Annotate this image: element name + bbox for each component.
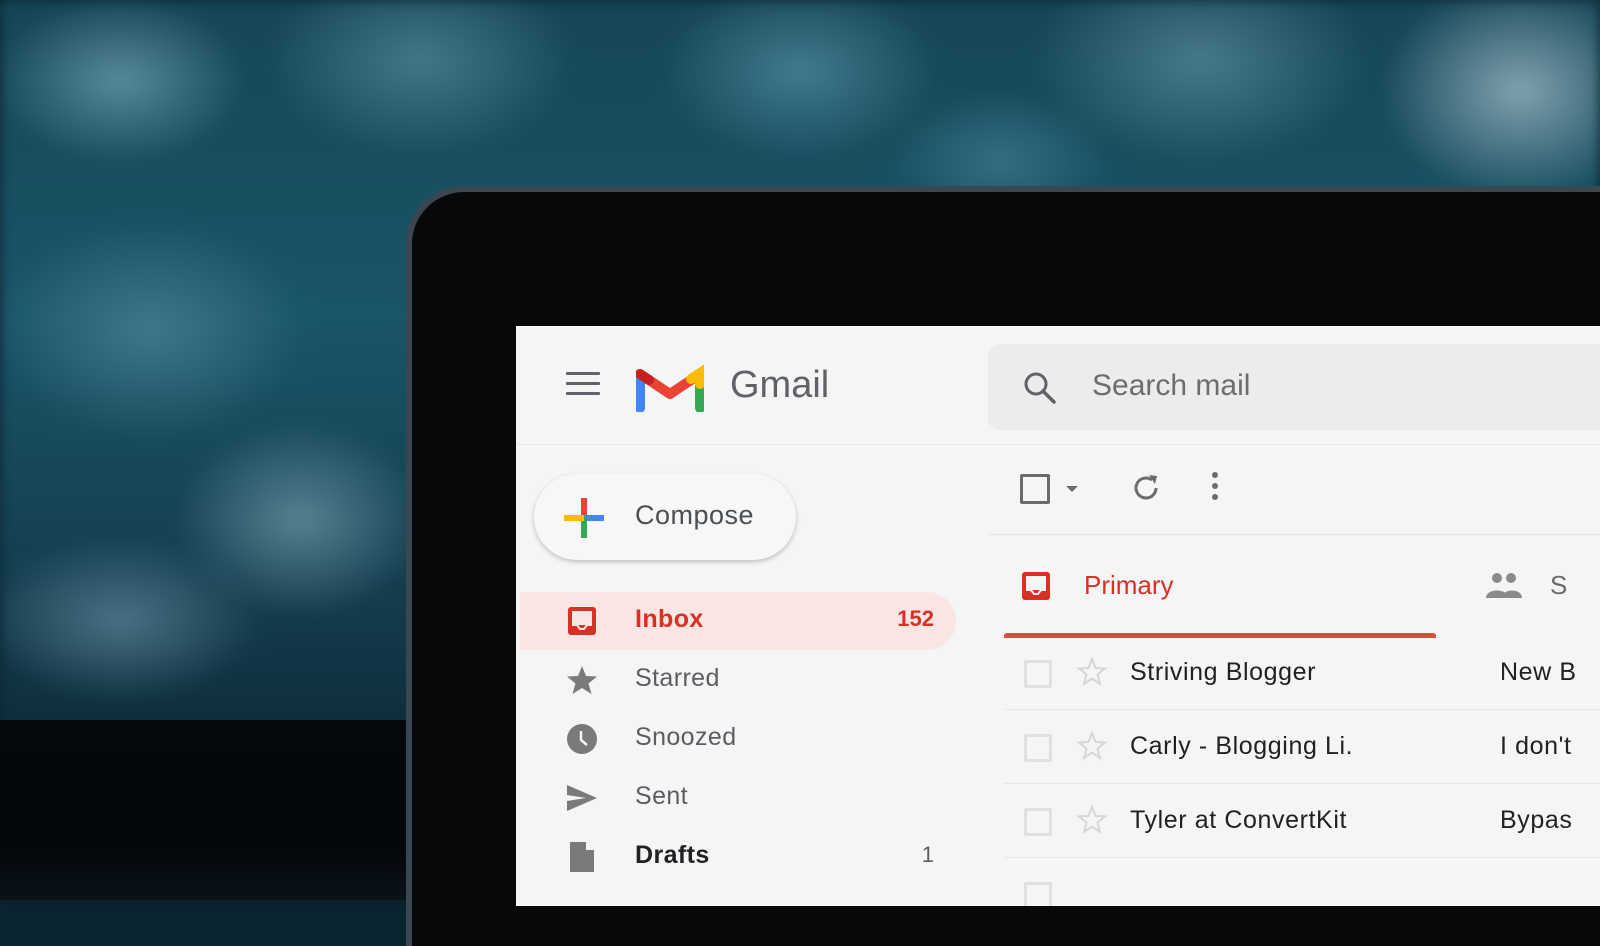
sidebar-item-label: Starred (635, 664, 720, 692)
tab-label: Primary (1084, 570, 1174, 600)
email-row[interactable]: Striving Blogger New B (1004, 636, 1600, 710)
sidebar-item-snoozed[interactable]: Snoozed (520, 710, 956, 768)
search-bar[interactable] (988, 344, 1600, 430)
email-row-partial[interactable] (1004, 858, 1600, 906)
email-checkbox[interactable] (1024, 660, 1052, 688)
sidebar-item-drafts[interactable]: Drafts 1 (520, 828, 956, 886)
hamburger-menu-icon[interactable] (566, 372, 600, 398)
header: Gmail (516, 326, 1600, 445)
inbox-icon (568, 607, 596, 635)
mail-toolbar (988, 444, 1600, 535)
email-checkbox[interactable] (1024, 734, 1052, 762)
more-vertical-icon[interactable] (1210, 472, 1220, 506)
email-sender: Tyler at ConvertKit (1130, 806, 1348, 834)
select-all-checkbox[interactable] (1020, 474, 1050, 504)
sidebar-item-label: Snoozed (635, 723, 737, 751)
sidebar-item-inbox[interactable]: Inbox 152 (520, 592, 956, 650)
draft-count: 1 (921, 842, 934, 867)
refresh-icon[interactable] (1130, 472, 1162, 504)
send-icon (567, 785, 597, 811)
sidebar-item-label: Drafts (635, 841, 710, 869)
sidebar-item-label: Inbox (635, 605, 704, 633)
caret-down-icon[interactable] (1066, 486, 1078, 492)
search-icon[interactable] (1022, 370, 1058, 406)
tab-label: S (1550, 570, 1568, 600)
compose-button[interactable]: Compose (534, 474, 796, 560)
sidebar-item-starred[interactable]: Starred (520, 651, 956, 709)
star-outline-icon[interactable] (1076, 656, 1108, 688)
email-sender: Striving Blogger (1130, 658, 1317, 686)
email-subject: Bypas (1500, 806, 1573, 834)
search-input[interactable] (1090, 368, 1594, 404)
inbox-icon (1022, 572, 1050, 600)
star-outline-icon[interactable] (1076, 804, 1108, 836)
email-row[interactable]: Carly - Blogging Li. I don't (1004, 710, 1600, 784)
clock-icon (567, 724, 597, 754)
people-icon (1486, 573, 1522, 598)
email-checkbox[interactable] (1024, 808, 1052, 836)
draft-file-icon (570, 842, 594, 872)
gmail-logo-icon[interactable] (636, 362, 704, 412)
tab-primary[interactable]: Primary (1004, 552, 1436, 638)
dark-surface (0, 720, 420, 900)
unread-count: 152 (897, 606, 934, 631)
tab-social[interactable]: S (1480, 552, 1600, 636)
email-sender: Carly - Blogging Li. (1130, 732, 1354, 760)
email-subject: New B (1500, 658, 1577, 686)
email-row[interactable]: Tyler at ConvertKit Bypas (1004, 784, 1600, 858)
email-checkbox[interactable] (1024, 882, 1052, 906)
compose-label: Compose (635, 500, 755, 530)
sidebar-item-sent[interactable]: Sent (520, 769, 956, 827)
email-subject: I don't (1500, 732, 1572, 760)
gmail-window: Gmail Compose Inbox 152 Sta (516, 326, 1600, 906)
multicolor-plus-icon (564, 498, 604, 538)
star-icon (567, 666, 597, 694)
sidebar-item-label: Sent (635, 782, 689, 810)
star-outline-icon[interactable] (1076, 730, 1108, 762)
gmail-wordmark: Gmail (730, 364, 830, 406)
